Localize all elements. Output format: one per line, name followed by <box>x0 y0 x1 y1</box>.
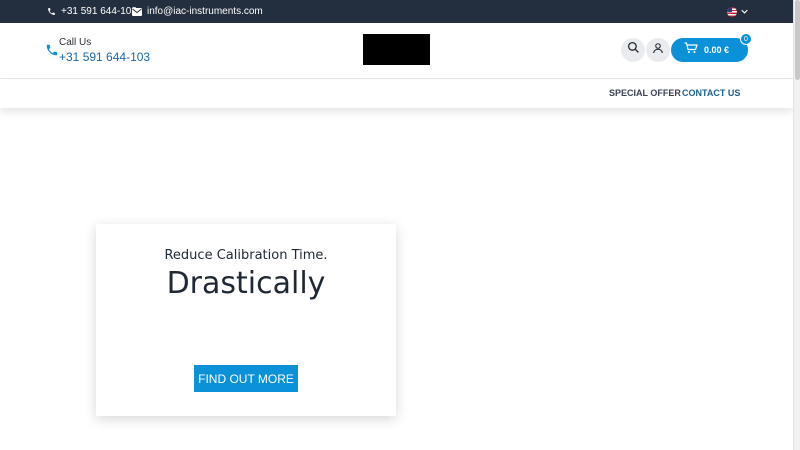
call-us-number[interactable]: +31 591 644-103 <box>59 49 150 65</box>
nav-item-special-offer[interactable]: SPECIAL OFFER <box>609 88 681 98</box>
envelope-icon <box>132 7 142 16</box>
us-flag-icon <box>727 6 737 17</box>
main-nav: SPECIAL OFFER CONTACT US <box>0 79 793 108</box>
hero-card: Reduce Calibration Time. Drastically FIN… <box>96 224 396 416</box>
hero-subtitle: Reduce Calibration Time. <box>164 248 328 263</box>
call-us-text: Call Us +31 591 644-103 <box>59 37 150 65</box>
cart-count-badge: 0 <box>740 33 752 45</box>
search-button[interactable] <box>621 38 645 62</box>
phone-icon <box>47 7 56 16</box>
call-us-label: Call Us <box>59 37 92 48</box>
page-scrollbar[interactable] <box>793 0 800 450</box>
top-phone-text: +31 591 644-103 <box>61 6 137 17</box>
user-icon <box>652 41 664 59</box>
top-email-link[interactable]: info@iac-instruments.com <box>132 0 263 23</box>
site-logo[interactable] <box>363 34 430 65</box>
search-icon <box>627 41 640 59</box>
language-selector[interactable] <box>727 0 748 23</box>
nav-item-contact-us[interactable]: CONTACT US <box>682 88 740 98</box>
top-phone-link[interactable]: +31 591 644-103 <box>47 0 137 23</box>
top-bar: +31 591 644-103 info@iac-instruments.com <box>0 0 793 23</box>
site-header: Call Us +31 591 644-103 0.00 € <box>0 23 793 79</box>
cart-button[interactable]: 0.00 € <box>671 38 748 62</box>
top-email-text: info@iac-instruments.com <box>147 6 263 17</box>
cart-amount: 0.00 € <box>704 45 730 55</box>
page: +31 591 644-103 info@iac-instruments.com… <box>0 0 800 450</box>
hero-title: Drastically <box>166 266 326 301</box>
cart-icon <box>684 41 698 59</box>
find-out-more-button[interactable]: FIND OUT MORE <box>194 365 298 392</box>
account-button[interactable] <box>646 38 670 62</box>
chevron-down-icon <box>741 9 748 14</box>
call-us-block[interactable]: Call Us +31 591 644-103 <box>45 37 150 65</box>
scrollbar-thumb[interactable] <box>795 0 800 80</box>
phone-icon <box>45 43 59 57</box>
